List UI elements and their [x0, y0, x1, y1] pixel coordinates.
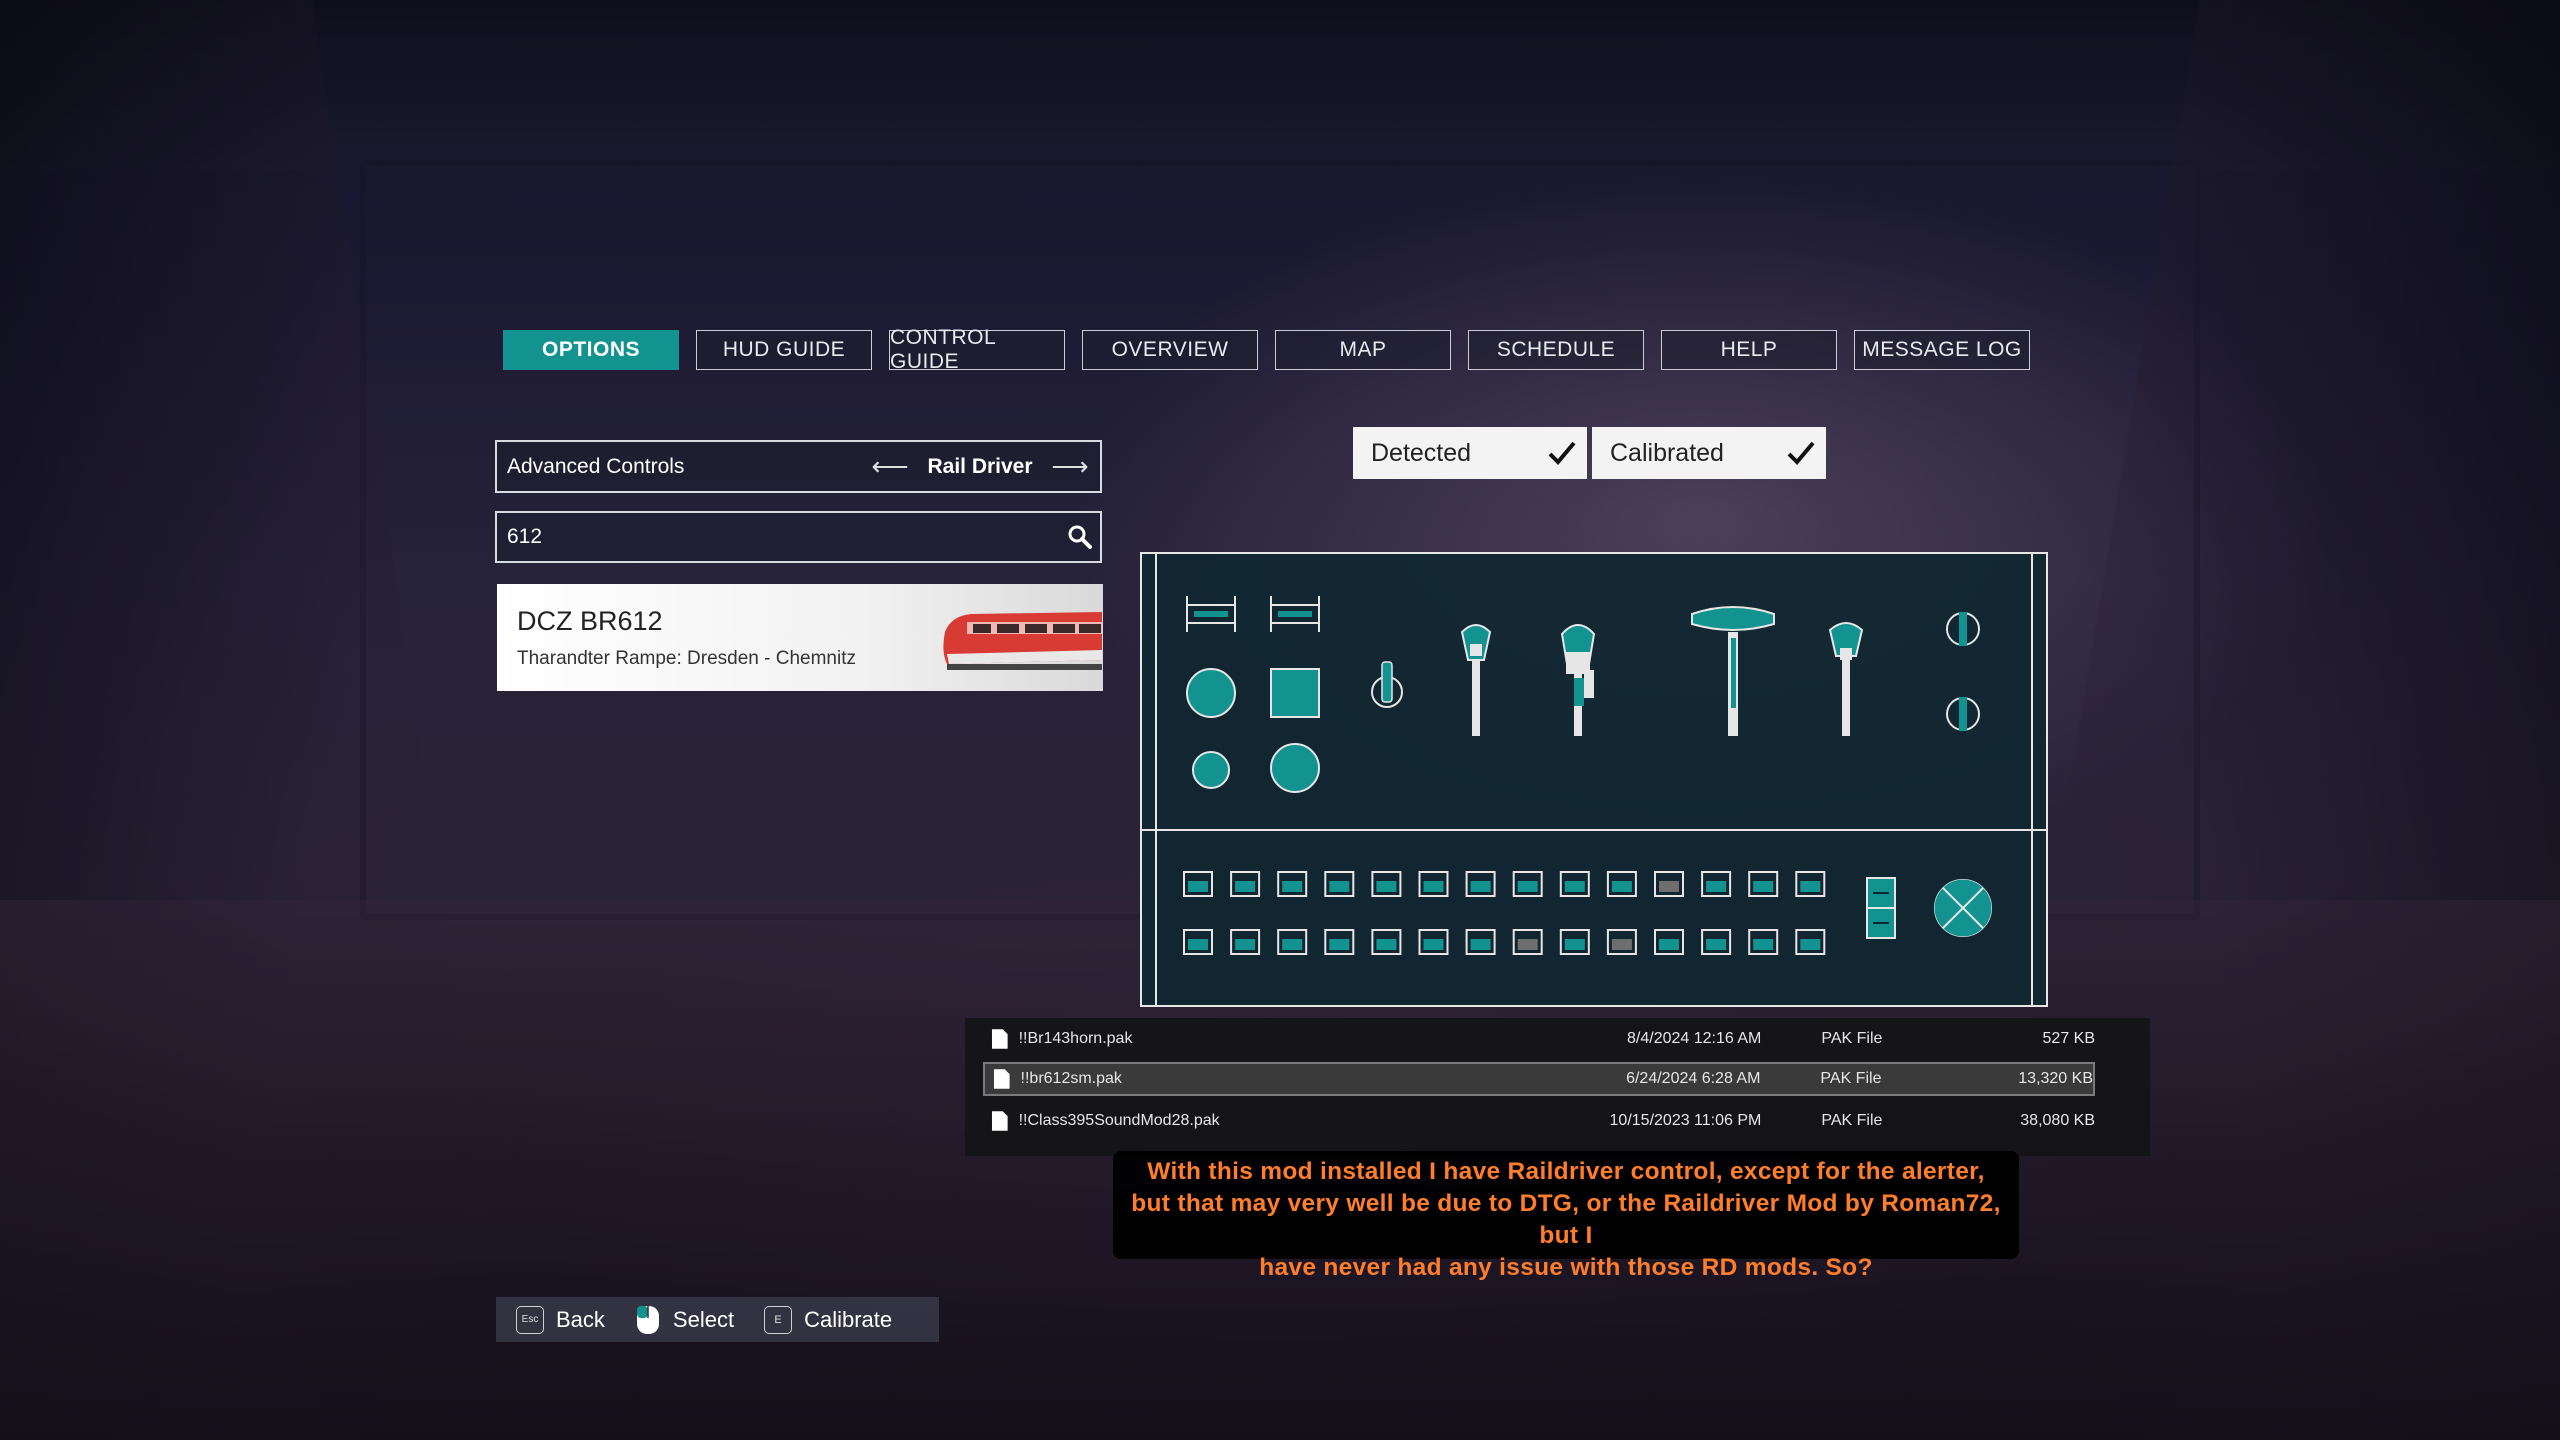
file-row[interactable]: !!Class395SoundMod28.pak 10/15/2023 11:0… — [983, 1104, 2095, 1138]
selector-label: Advanced Controls — [507, 454, 685, 478]
panel-button-light — [1235, 939, 1256, 950]
panel-button-light — [1800, 939, 1821, 950]
controls-selector[interactable]: Advanced Controls ⟵ Rail Driver ⟶ — [495, 440, 1102, 493]
train-thumbnail — [943, 612, 1102, 670]
file-list: !!Br143horn.pak 8/4/2024 12:16 AM PAK Fi… — [965, 1018, 2150, 1156]
panel-button-light — [1659, 881, 1679, 892]
dpad-button — [1934, 879, 1992, 937]
mouse-icon — [636, 1305, 659, 1334]
calibrated-status: Calibrated — [1592, 427, 1826, 479]
cab-roof — [0, 0, 2560, 170]
file-icon — [991, 1111, 1008, 1131]
checkmark-icon — [1537, 433, 1587, 473]
file-date: 6/24/2024 6:28 AM — [1626, 1070, 1761, 1087]
train-list-item[interactable]: DCZ BR612 Tharandter Rampe: Dresden - Ch… — [497, 584, 1103, 691]
train-title: DCZ BR612 — [517, 606, 663, 636]
file-icon — [993, 1069, 1010, 1089]
file-type: PAK File — [1820, 1070, 1882, 1087]
file-name: !!Class395SoundMod28.pak — [1018, 1112, 1220, 1129]
tab-hud-guide[interactable]: HUD GUIDE — [696, 330, 872, 370]
comment-line: With this mod installed I have Raildrive… — [1147, 1158, 1985, 1185]
panel-button-light — [1423, 939, 1444, 950]
cab-pillar-left — [0, 0, 520, 1440]
selector-value: Rail Driver — [927, 454, 1033, 478]
cab-pillar-right — [1960, 0, 2560, 1440]
file-type: PAK File — [1821, 1112, 1883, 1129]
tab-options[interactable]: OPTIONS — [503, 330, 679, 370]
raildriver-panel-diagram — [1140, 552, 2048, 1007]
file-type: PAK File — [1821, 1030, 1883, 1047]
panel-button-light — [1423, 881, 1444, 892]
panel-button-light — [1329, 939, 1350, 950]
comment-line: but that may very well be due to DTG, or… — [1131, 1190, 2001, 1249]
arrow-left-icon[interactable]: ⟵ — [860, 451, 920, 482]
panel-button-light — [1517, 939, 1538, 950]
panel-button-light — [1470, 881, 1491, 892]
comment-line: have never had any issue with those RD m… — [1259, 1254, 1873, 1281]
panel-button-light — [1282, 939, 1303, 950]
file-date: 10/15/2023 11:06 PM — [1609, 1112, 1762, 1129]
panel-button-light — [1611, 881, 1632, 892]
panel-button-light — [1517, 881, 1538, 892]
detected-status: Detected — [1353, 427, 1587, 479]
panel-button-light — [1329, 881, 1350, 892]
file-size: 13,320 KB — [2018, 1070, 2093, 1087]
search-input[interactable]: 612 — [507, 525, 1060, 549]
panel-button-light — [1706, 881, 1727, 892]
file-size: 38,080 KB — [2020, 1112, 2096, 1129]
wiper-switch — [1866, 877, 1896, 939]
panel-button-light — [1564, 939, 1585, 950]
tab-map[interactable]: MAP — [1275, 330, 1451, 370]
panel-button-light — [1800, 881, 1821, 892]
e-key-icon: E — [764, 1305, 793, 1334]
file-date: 8/4/2024 12:16 AM — [1627, 1030, 1762, 1047]
train-route: Tharandter Rampe: Dresden - Chemnitz — [517, 648, 856, 669]
panel-button-light — [1470, 939, 1491, 950]
panel-button-light — [1753, 881, 1774, 892]
panel-button-light — [1376, 939, 1397, 950]
panel-button-light — [1659, 939, 1679, 950]
detected-label: Detected — [1371, 438, 1472, 467]
back-label: Back — [556, 1306, 605, 1332]
select-label: Select — [672, 1306, 735, 1332]
panel-button-light — [1564, 881, 1585, 892]
file-icon — [991, 1029, 1008, 1049]
panel-button-light — [1753, 939, 1774, 950]
panel-button-light — [1235, 881, 1256, 892]
panel-button-light — [1188, 881, 1208, 892]
calibrate-hint[interactable]: E Calibrate — [764, 1305, 902, 1334]
tab-help[interactable]: HELP — [1661, 330, 1837, 370]
calibrated-label: Calibrated — [1610, 438, 1724, 467]
panel-button-light — [1282, 881, 1303, 892]
tab-overview[interactable]: OVERVIEW — [1082, 330, 1258, 370]
panel-button-light — [1706, 939, 1727, 950]
file-name: !!Br143horn.pak — [1018, 1030, 1133, 1047]
esc-key-icon: Esc — [516, 1305, 544, 1334]
tab-control-guide[interactable]: CONTROL GUIDE — [889, 326, 1065, 373]
file-size: 527 KB — [2042, 1030, 2096, 1047]
panel-button-light — [1376, 881, 1397, 892]
comment-caption: With this mod installed I have Raildrive… — [1113, 1151, 2019, 1281]
tab-schedule[interactable]: SCHEDULE — [1468, 330, 1644, 370]
arrow-right-icon[interactable]: ⟶ — [1040, 451, 1100, 482]
panel-button-light — [1611, 939, 1632, 950]
top-tab-bar: OPTIONS HUD GUIDE CONTROL GUIDE OVERVIEW… — [503, 326, 2030, 373]
select-hint[interactable]: Select — [635, 1304, 744, 1336]
file-name: !!br612sm.pak — [1020, 1070, 1122, 1087]
file-row[interactable]: !!Br143horn.pak 8/4/2024 12:16 AM PAK Fi… — [983, 1022, 2095, 1056]
calibrate-label: Calibrate — [804, 1306, 893, 1332]
tab-message-log[interactable]: MESSAGE LOG — [1854, 330, 2030, 370]
checkmark-icon — [1776, 433, 1826, 473]
panel-button-light — [1188, 939, 1208, 950]
button-hints-bar: Esc Back Select E Calibrate — [496, 1297, 939, 1342]
file-row-selected[interactable]: !!br612sm.pak 6/24/2024 6:28 AM PAK File… — [983, 1062, 2095, 1096]
search-field[interactable]: 612 — [495, 511, 1102, 563]
search-icon[interactable] — [1060, 517, 1100, 557]
back-hint[interactable]: Esc Back — [516, 1305, 615, 1334]
